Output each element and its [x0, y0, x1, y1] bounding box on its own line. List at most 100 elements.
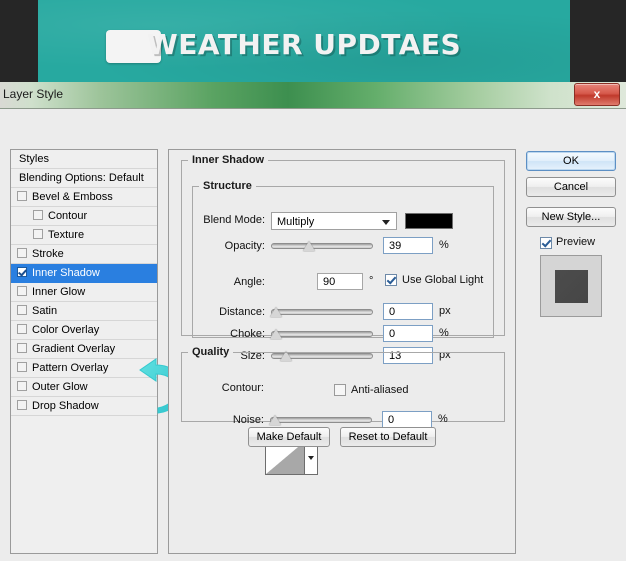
- sidebar-item-label: Pattern Overlay: [32, 362, 109, 375]
- sidebar-item-bevel-emboss[interactable]: Bevel & Emboss: [11, 188, 157, 207]
- anti-aliased-label: Anti-aliased: [351, 384, 409, 396]
- checkbox-icon[interactable]: [17, 343, 27, 353]
- sidebar-item-color-overlay[interactable]: Color Overlay: [11, 321, 157, 340]
- checkbox-icon[interactable]: [17, 305, 27, 315]
- sidebar-item-label: Inner Glow: [32, 286, 86, 299]
- noise-unit: %: [438, 413, 448, 425]
- distance-input[interactable]: 0: [383, 303, 433, 320]
- checkbox-icon[interactable]: [17, 286, 27, 296]
- angle-input[interactable]: 90: [317, 273, 363, 290]
- sidebar-item-label: Contour: [48, 210, 88, 223]
- inner-shadow-settings-panel: Inner Shadow Structure Blend Mode: Multi…: [168, 149, 516, 554]
- dialog-body: Styles Blending Options: Default Bevel &…: [0, 109, 626, 561]
- sidebar-item-label: Stroke: [32, 248, 64, 261]
- angle-unit: °: [369, 275, 374, 287]
- layer-style-dialog: Layer Style x Styles Blending Options: D…: [0, 82, 626, 561]
- opacity-slider[interactable]: [271, 239, 373, 251]
- angle-label: Angle:: [233, 276, 265, 288]
- distance-slider-handle[interactable]: [270, 307, 282, 317]
- styles-list-header: Styles: [11, 150, 157, 169]
- checkbox-icon[interactable]: [33, 210, 43, 220]
- checkbox-icon[interactable]: [17, 248, 27, 258]
- sidebar-item-texture[interactable]: Texture: [11, 226, 157, 245]
- cancel-button[interactable]: Cancel: [526, 177, 616, 197]
- checkbox-icon[interactable]: [17, 267, 27, 277]
- sidebar-item-gradient-overlay[interactable]: Gradient Overlay: [11, 340, 157, 359]
- sidebar-item-pattern-overlay[interactable]: Pattern Overlay: [11, 359, 157, 378]
- distance-unit: px: [439, 305, 451, 317]
- opacity-slider-track: [271, 243, 373, 249]
- styles-list-panel: Styles Blending Options: Default Bevel &…: [10, 149, 158, 554]
- close-icon[interactable]: x: [574, 83, 620, 106]
- quality-group-title: Quality: [192, 346, 230, 358]
- checkbox-icon[interactable]: [17, 400, 27, 410]
- structure-group: Structure Blend Mode: Multiply Opacity:: [192, 180, 494, 364]
- styles-list-rows: Bevel & Emboss Contour Texture Stroke Inner …: [11, 188, 157, 416]
- sidebar-item-outer-glow[interactable]: Outer Glow: [11, 378, 157, 397]
- noise-input[interactable]: 0: [382, 411, 432, 428]
- preview-label: Preview: [556, 236, 596, 248]
- opacity-input[interactable]: 39: [383, 237, 433, 254]
- make-default-button[interactable]: Make Default: [248, 427, 330, 447]
- checkbox-icon[interactable]: [17, 191, 27, 201]
- choke-slider-track: [271, 331, 373, 337]
- banner-title: WEATHER UPDTAES: [146, 28, 462, 61]
- distance-slider[interactable]: [270, 305, 373, 317]
- distance-slider-track: [271, 309, 373, 315]
- dialog-titlebar[interactable]: Layer Style x: [0, 82, 626, 109]
- reset-to-default-button[interactable]: Reset to Default: [340, 427, 436, 447]
- sidebar-item-satin[interactable]: Satin: [11, 302, 157, 321]
- choke-slider-handle[interactable]: [270, 329, 282, 339]
- noise-label: Noise:: [232, 414, 264, 426]
- sidebar-item-label: Color Overlay: [32, 324, 100, 337]
- sidebar-item-contour[interactable]: Contour: [11, 207, 157, 226]
- checkbox-icon[interactable]: [17, 324, 27, 334]
- document-backdrop: WEATHER UPDTAES: [0, 0, 626, 88]
- sidebar-item-inner-shadow[interactable]: Inner Shadow: [11, 264, 157, 283]
- choke-label: Choke:: [230, 328, 265, 340]
- sidebar-item-drop-shadow[interactable]: Drop Shadow: [11, 397, 157, 416]
- sidebar-item-label: Gradient Overlay: [32, 343, 116, 356]
- shadow-color-swatch[interactable]: [405, 213, 453, 229]
- use-global-light-checkbox[interactable]: [385, 274, 397, 286]
- inner-shadow-group: Inner Shadow Structure Blend Mode: Multi…: [181, 154, 505, 364]
- chevron-down-icon: [308, 456, 314, 460]
- sidebar-item-blending-options[interactable]: Blending Options: Default: [11, 169, 157, 188]
- blend-mode-label: Blend Mode:: [203, 214, 265, 226]
- quality-group: Quality Contour: Noise: Anti-aliased 0 %: [181, 346, 505, 428]
- choke-input[interactable]: 0: [383, 325, 433, 342]
- preview-checkbox[interactable]: [540, 237, 552, 249]
- choke-unit: %: [439, 327, 449, 339]
- distance-label: Distance:: [219, 306, 265, 318]
- opacity-unit: %: [439, 239, 449, 251]
- new-style-button[interactable]: New Style...: [526, 207, 616, 227]
- sidebar-item-label: Bevel & Emboss: [32, 191, 113, 204]
- sidebar-item-label: Texture: [48, 229, 85, 242]
- contour-label: Contour:: [221, 382, 264, 394]
- sidebar-item-label: Satin: [32, 305, 58, 318]
- noise-slider-track: [270, 417, 372, 423]
- sidebar-item-stroke[interactable]: Stroke: [11, 245, 157, 264]
- checkbox-icon[interactable]: [33, 229, 43, 239]
- opacity-slider-handle[interactable]: [303, 241, 315, 251]
- weather-banner: WEATHER UPDTAES: [38, 0, 570, 82]
- sidebar-item-inner-glow[interactable]: Inner Glow: [11, 283, 157, 302]
- checkbox-icon[interactable]: [17, 362, 27, 372]
- use-global-light-label: Use Global Light: [402, 274, 484, 286]
- blend-mode-value: Multiply: [277, 216, 315, 228]
- sidebar-item-label: Drop Shadow: [32, 400, 99, 413]
- preview-thumbnail: [540, 255, 602, 317]
- ok-button[interactable]: OK: [526, 151, 616, 171]
- structure-group-title: Structure: [203, 180, 252, 192]
- chevron-down-icon: [382, 220, 390, 225]
- inner-shadow-group-title: Inner Shadow: [192, 154, 265, 166]
- noise-slider-handle[interactable]: [269, 415, 281, 425]
- choke-slider[interactable]: [270, 327, 373, 339]
- anti-aliased-checkbox[interactable]: [334, 384, 346, 396]
- blend-mode-select[interactable]: Multiply: [271, 212, 397, 230]
- sidebar-item-label: Outer Glow: [32, 381, 88, 394]
- preview-thumbnail-shape: [555, 270, 588, 303]
- checkbox-icon[interactable]: [17, 381, 27, 391]
- noise-slider[interactable]: [269, 413, 372, 425]
- dialog-title: Layer Style: [3, 87, 64, 101]
